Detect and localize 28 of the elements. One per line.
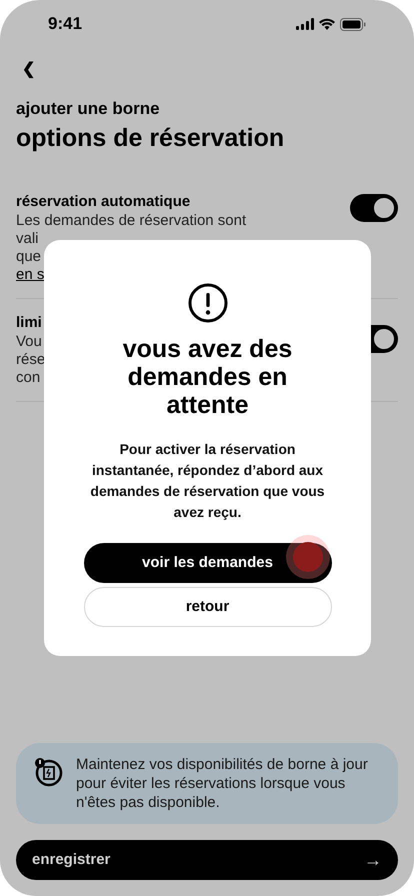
status-time: 9:41 [48, 13, 82, 36]
arrow-icon: → [364, 846, 382, 874]
option-description: Les demandes de réservation sont [16, 212, 246, 230]
dialog-title: vous avez des demandes en attente [122, 335, 294, 419]
option-link[interactable]: en s [16, 266, 44, 284]
option-description: vali [16, 230, 40, 248]
back-button[interactable]: ❮ [22, 62, 35, 78]
page-subtitle: ajouter une borne [16, 98, 161, 120]
option-title: limi [16, 312, 43, 332]
option-description: Vou [16, 332, 43, 350]
back-dialog-button[interactable]: retour [84, 587, 332, 627]
option-description: con [16, 368, 42, 386]
charger-alert-icon [34, 757, 64, 787]
wifi-icon [319, 18, 335, 30]
page-title: options de réservation [16, 122, 286, 154]
toggle-switch[interactable] [350, 194, 398, 222]
battery-icon [340, 18, 366, 30]
option-description: rése [16, 350, 46, 368]
view-requests-button[interactable]: voir les demandes [84, 543, 332, 583]
signal-icon [296, 18, 314, 30]
info-text: Maintenez vos disponibilités de borne à jour pour éviter les réservations lorsque vous n'êtes pas disponible. [76, 755, 369, 812]
exclamation-icon [188, 283, 228, 323]
dialog-message: Pour activer la réservation instantanée, répondez d’abord aux demandes de réservation que vous avez reçu. [89, 440, 326, 522]
save-label: enregistrer [32, 850, 110, 870]
option-description: que [16, 248, 42, 266]
save-button[interactable]: enregistrer → [16, 840, 398, 880]
option-title: réservation automatique [16, 192, 192, 212]
touch-indicator [286, 535, 330, 579]
